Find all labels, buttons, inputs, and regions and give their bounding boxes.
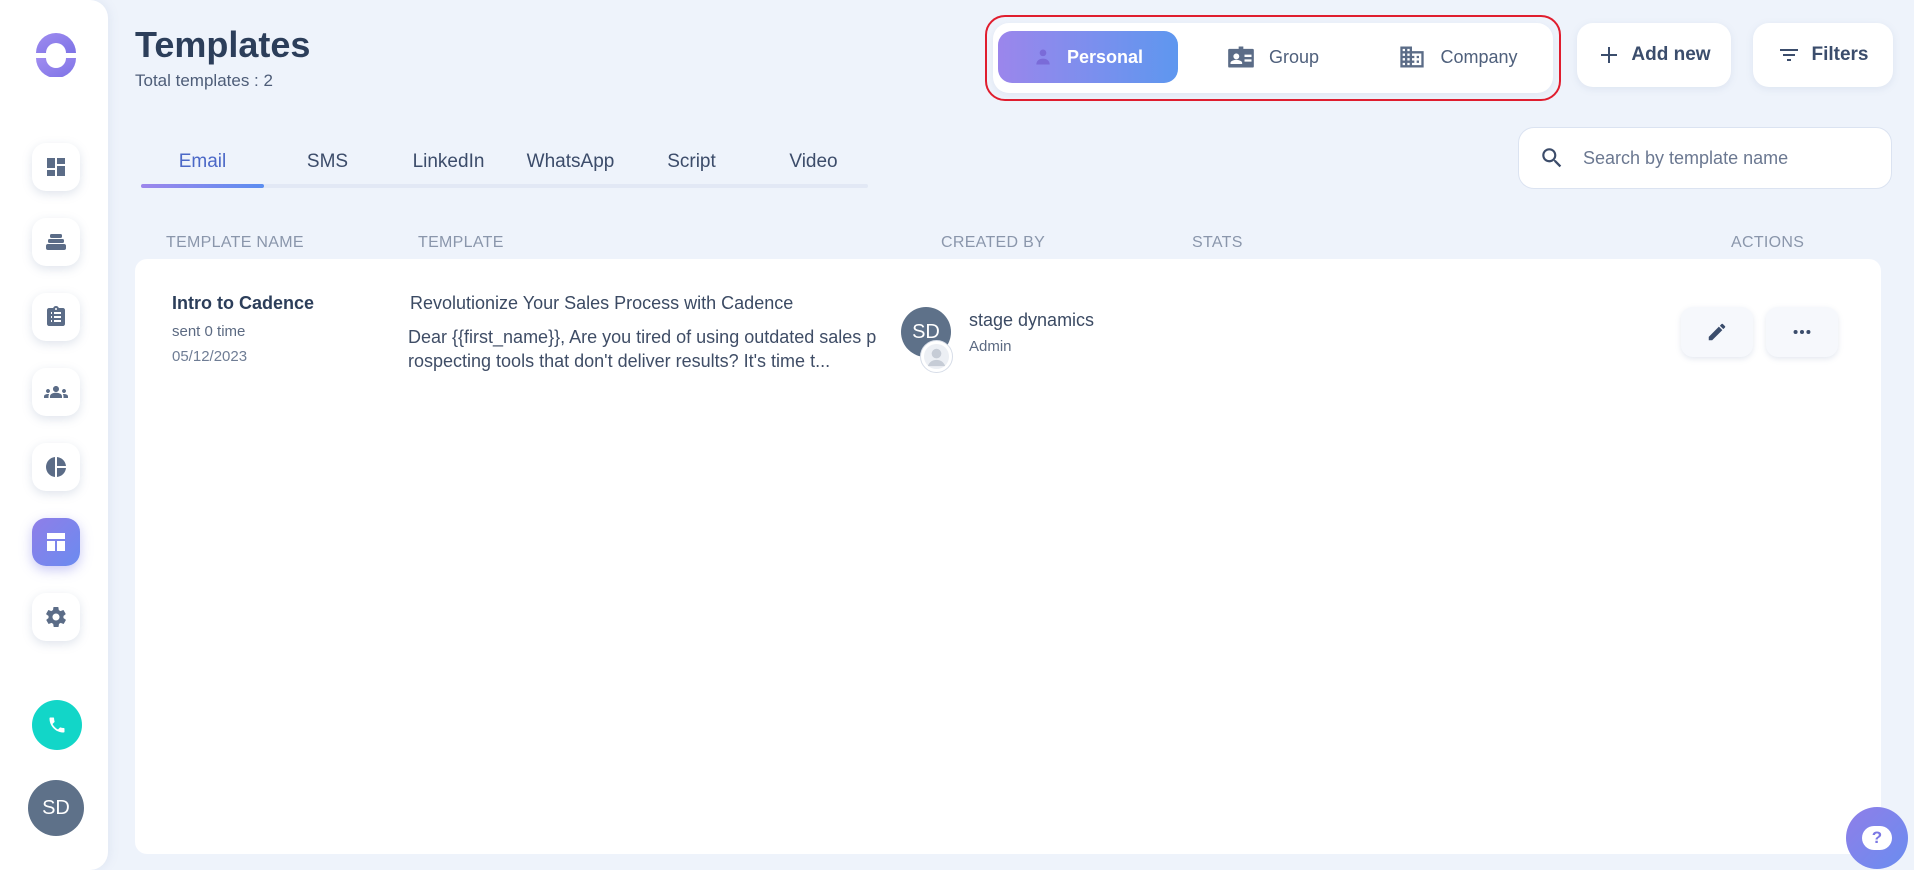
creator-profile-icon [920,340,953,373]
page-title: Templates [135,24,311,65]
template-subject: Revolutionize Your Sales Process with Ca… [410,293,794,313]
help-chat-button[interactable]: ? [1846,807,1908,869]
toggle-group-label: Group [1268,46,1320,67]
toggle-company-label: Company [1440,46,1518,67]
filter-icon [1780,49,1799,61]
user-avatar[interactable]: SD [28,780,84,836]
toggle-company[interactable]: Company [1368,31,1548,83]
creator-role: Admin [969,338,1012,355]
phone-button[interactable] [32,700,82,750]
toggle-group[interactable]: Group [1193,31,1353,83]
template-date: 05/12/2023 [172,348,248,365]
edit-template-button[interactable] [1681,307,1753,357]
nav-cadences[interactable] [32,218,80,266]
id-card-icon [1228,46,1254,68]
tab-script[interactable]: Script [631,144,752,180]
column-header-stats: STATS [1192,234,1243,251]
dashboard-icon [47,158,65,176]
person-icon [1036,49,1050,65]
cadence-stack-icon [46,234,66,250]
tab-whatsapp[interactable]: WhatsApp [510,144,631,180]
sidebar: SD [0,0,108,870]
column-header-created-by: CREATED BY [941,234,1046,251]
phone-icon [49,717,65,733]
app-logo[interactable] [32,29,80,77]
tab-email[interactable]: Email [142,144,263,180]
template-name[interactable]: Intro to Cadence [172,293,314,314]
plus-icon [1601,47,1618,63]
tabs-active-indicator [141,184,264,188]
column-header-template: TEMPLATE [418,234,504,251]
search-box [1518,127,1892,189]
filters-label: Filters [1811,44,1869,65]
nav-dashboard[interactable] [32,143,80,191]
add-new-label: Add new [1631,44,1711,65]
pencil-icon [1708,323,1726,341]
template-type-tabs: Email SMS LinkedIn WhatsApp Script Video [141,144,868,188]
nav-analytics[interactable] [32,443,80,491]
nav-tasks[interactable] [32,293,80,341]
tab-video[interactable]: Video [753,144,874,180]
add-new-button[interactable]: Add new [1577,23,1731,87]
nav-templates[interactable] [32,518,80,566]
gear-icon [46,607,66,627]
column-header-actions: ACTIONS [1731,234,1805,251]
template-sent-count: sent 0 time [172,323,246,340]
more-horizontal-icon [1793,329,1811,335]
column-header-template-name: TEMPLATE NAME [166,234,304,251]
people-icon [44,386,68,398]
filters-button[interactable]: Filters [1753,23,1893,87]
toggle-personal-label: Personal [1066,46,1144,67]
search-input[interactable] [1583,147,1873,169]
nav-people[interactable] [32,368,80,416]
more-actions-button[interactable] [1766,307,1838,357]
tab-sms[interactable]: SMS [267,144,388,180]
toggle-personal[interactable]: Personal [998,31,1178,83]
creator-name: stage dynamics [969,310,1095,330]
owner-toggle: Personal Group Company [993,23,1553,93]
pie-chart-icon [46,457,66,477]
template-body-preview: Dear {{first_name}}, Are you tired of us… [408,327,877,371]
search-icon [1542,148,1562,168]
nav-settings[interactable] [32,593,80,641]
help-question-icon: ? [1862,826,1892,850]
clipboard-task-icon [47,306,65,326]
building-icon [1400,46,1425,68]
default-user-icon [923,343,950,370]
total-templates-count: Total templates : 2 [135,71,273,90]
tab-linkedin[interactable]: LinkedIn [388,144,509,180]
templates-layout-icon [47,533,65,551]
